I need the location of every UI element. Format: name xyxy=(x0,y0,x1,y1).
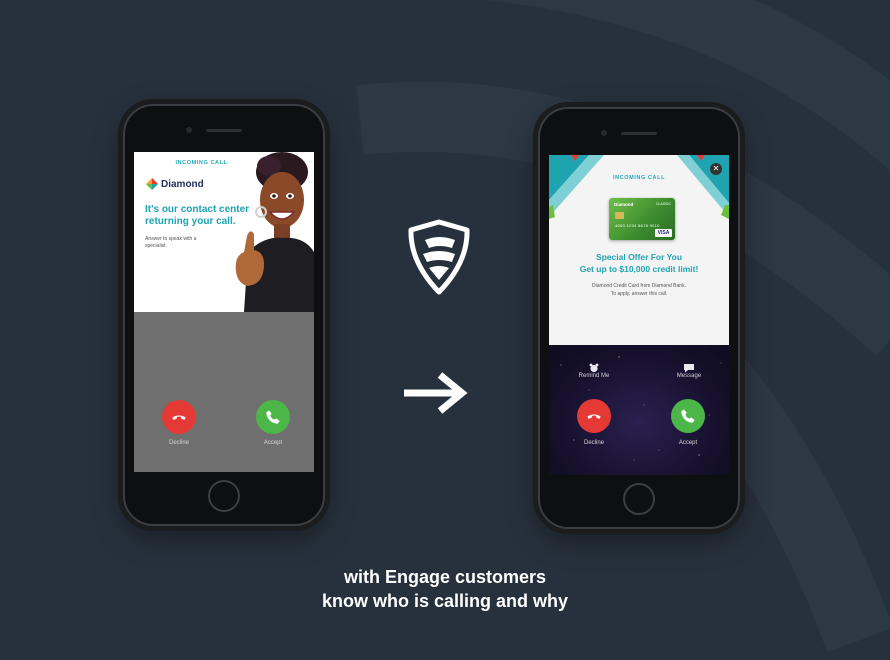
diamond-logo: Diamond xyxy=(146,178,204,190)
remind-me-label[interactable]: Remind Me xyxy=(569,373,619,379)
home-button[interactable] xyxy=(208,480,240,512)
tagline-line-2: know who is calling and why xyxy=(321,591,569,611)
alarm-clock-icon[interactable] xyxy=(589,360,599,373)
message-label[interactable]: Message xyxy=(664,373,714,379)
visa-logo: VISA xyxy=(655,229,672,237)
accept-label: Accept xyxy=(678,440,698,446)
incoming-call-screen: INCOMING CALL Diamond It's our contact c… xyxy=(134,152,314,472)
phone-icon xyxy=(681,409,695,423)
phone-right: INCOMING CALL ✕ Diamond CLASSIC 4000 123… xyxy=(534,107,744,529)
decline-label: Decline xyxy=(168,440,189,446)
front-camera xyxy=(601,130,607,136)
accept-label: Accept xyxy=(263,440,283,446)
tagline-line-1: with Engage customers xyxy=(343,567,547,587)
arrow-right-icon xyxy=(404,372,468,414)
card-class: CLASSIC xyxy=(656,202,671,206)
agent-illustration xyxy=(235,152,314,312)
front-camera xyxy=(186,127,192,133)
incoming-call-ad-banner[interactable]: INCOMING CALL ✕ Diamond CLASSIC 4000 123… xyxy=(549,155,729,345)
card-brand: Diamond xyxy=(614,202,634,207)
phone-left: INCOMING CALL Diamond It's our contact c… xyxy=(119,104,329,526)
offer-description-line-2: To apply, answer this call. xyxy=(610,291,668,297)
earpiece-speaker xyxy=(206,129,242,132)
offer-description: Diamond Credit Card from Diamond Bank. T… xyxy=(549,282,729,298)
phone-icon xyxy=(266,410,280,424)
credit-card-image: Diamond CLASSIC 4000 1234 5678 9010 VISA xyxy=(609,198,675,240)
diamond-logo-icon xyxy=(146,178,158,190)
close-icon[interactable]: ✕ xyxy=(710,163,722,175)
phone-hangup-icon xyxy=(172,415,186,420)
incoming-call-header: INCOMING CALL xyxy=(612,175,666,181)
phone-hangup-icon xyxy=(587,414,601,419)
incoming-call-ad-banner[interactable]: INCOMING CALL Diamond It's our contact c… xyxy=(134,152,314,312)
engage-shield-logo-icon xyxy=(408,219,470,295)
speech-bubble-icon[interactable] xyxy=(683,360,695,373)
earpiece-speaker xyxy=(621,132,657,135)
card-number: 4000 1234 5678 9010 xyxy=(615,223,660,228)
offer-title: Special Offer For You xyxy=(595,252,683,262)
accept-button[interactable] xyxy=(256,400,290,434)
brand-name: Diamond xyxy=(161,178,204,190)
card-chip xyxy=(615,212,624,219)
ad-subtext: Answer to speak with a specialist. xyxy=(145,236,197,249)
decline-button[interactable] xyxy=(577,399,611,433)
accept-button[interactable] xyxy=(671,399,705,433)
offer-subtitle: Get up to $10,000 credit limit! xyxy=(579,264,699,274)
offer-description-line-1: Diamond Credit Card from Diamond Bank. xyxy=(592,283,686,289)
decline-button[interactable] xyxy=(162,400,196,434)
home-button[interactable] xyxy=(623,483,655,515)
incoming-call-screen: INCOMING CALL ✕ Diamond CLASSIC 4000 123… xyxy=(549,155,729,475)
decline-label: Decline xyxy=(583,440,604,446)
